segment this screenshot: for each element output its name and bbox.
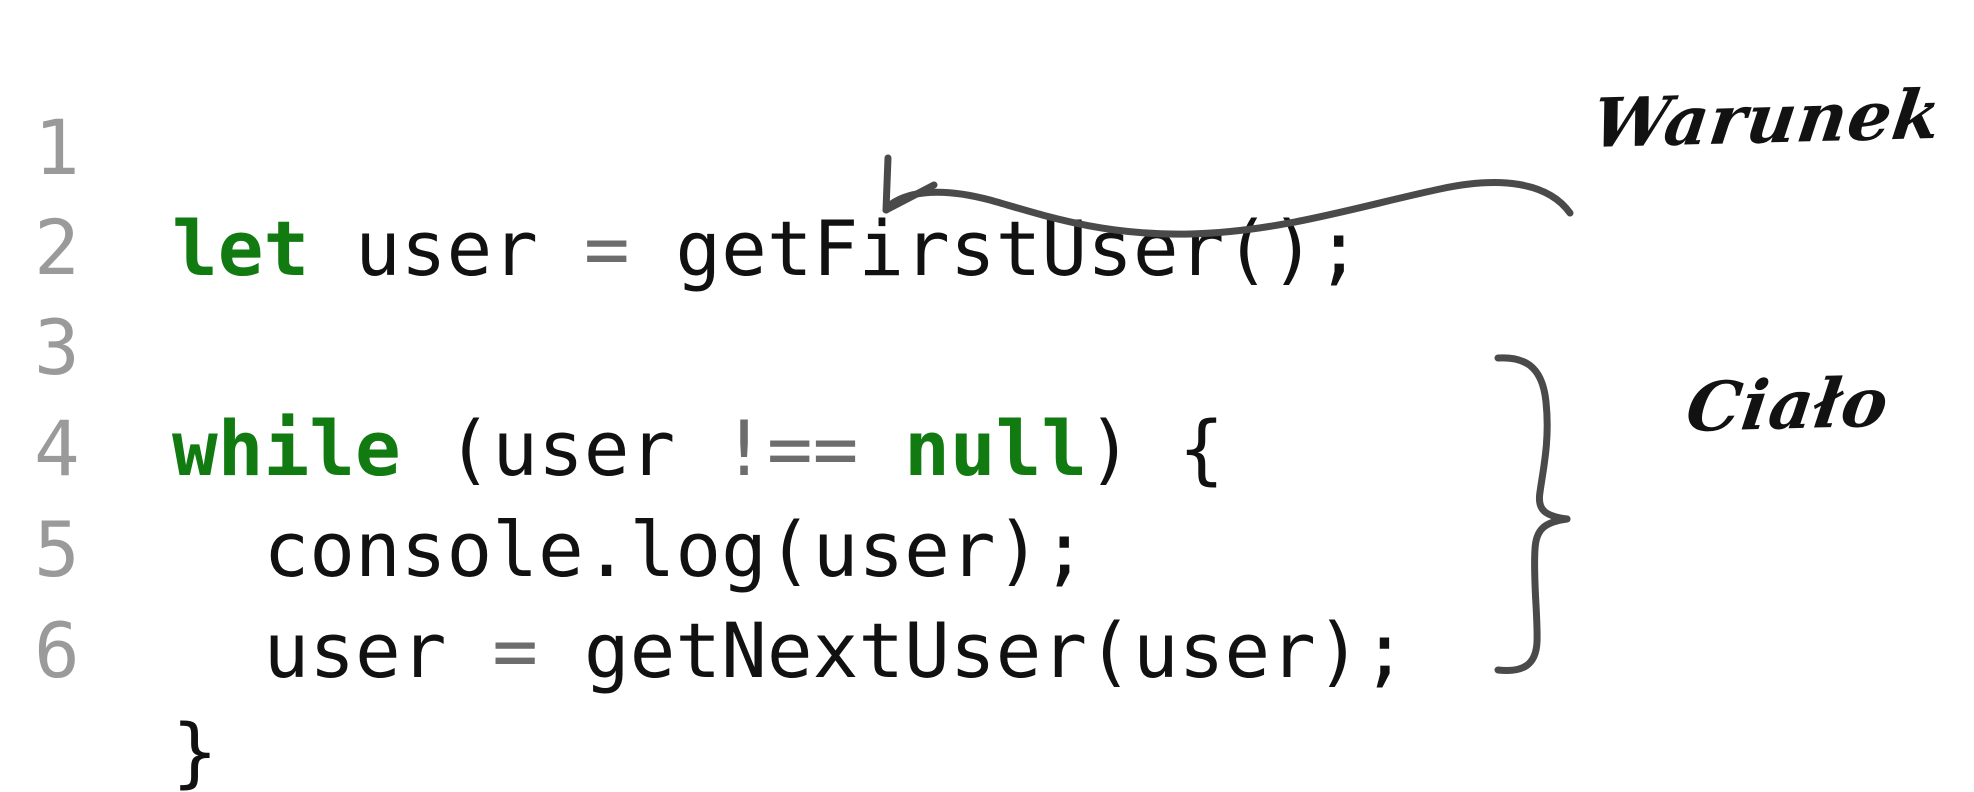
- code-line-3: 3 while (user !== null) {: [0, 196, 1224, 493]
- code-line-6: 6 }: [0, 499, 275, 792]
- token-operator-assign: =: [583, 204, 630, 293]
- token-plain-getnextuser-call: getNextUser(user);: [538, 606, 1408, 695]
- code-line-1: 1 let user = getFirstUser();: [0, 0, 1362, 293]
- line-number-6: 6: [34, 606, 80, 695]
- token-operator-assign-2: =: [492, 606, 539, 695]
- annotation-label-warunek: Warunek: [1587, 74, 1947, 164]
- token-plain-getfirstuser-call: getFirstUser();: [629, 204, 1362, 293]
- token-keyword-null: null: [904, 404, 1088, 493]
- token-plain-console-log: console.log(user);: [172, 505, 1088, 594]
- code-line-5: 5 user = getNextUser(user);: [0, 398, 1407, 695]
- code-line-5-content: user = getNextUser(user);: [172, 600, 1408, 701]
- token-plain-close-paren-brace: ) {: [1087, 404, 1225, 493]
- token-operator-strict-not-equal: !==: [721, 404, 859, 493]
- code-line-6-content: }: [172, 701, 218, 792]
- code-annotation-figure: 1 let user = getFirstUser(); 2 3 while (…: [0, 0, 1974, 792]
- code-line-4-content: console.log(user);: [172, 499, 1088, 600]
- token-plain-space: [858, 404, 904, 493]
- code-line-1-content: let user = getFirstUser();: [172, 198, 1362, 299]
- code-line-3-content: while (user !== null) {: [172, 398, 1224, 499]
- token-plain-closing-brace: }: [172, 707, 218, 792]
- token-plain-open-paren-user: (user: [400, 404, 722, 493]
- code-line-2: 2: [0, 96, 275, 292]
- token-plain-user-assign: user: [309, 204, 584, 293]
- annotation-label-cialo: Ciało: [1681, 362, 1894, 448]
- code-line-4: 4 console.log(user);: [0, 297, 1087, 594]
